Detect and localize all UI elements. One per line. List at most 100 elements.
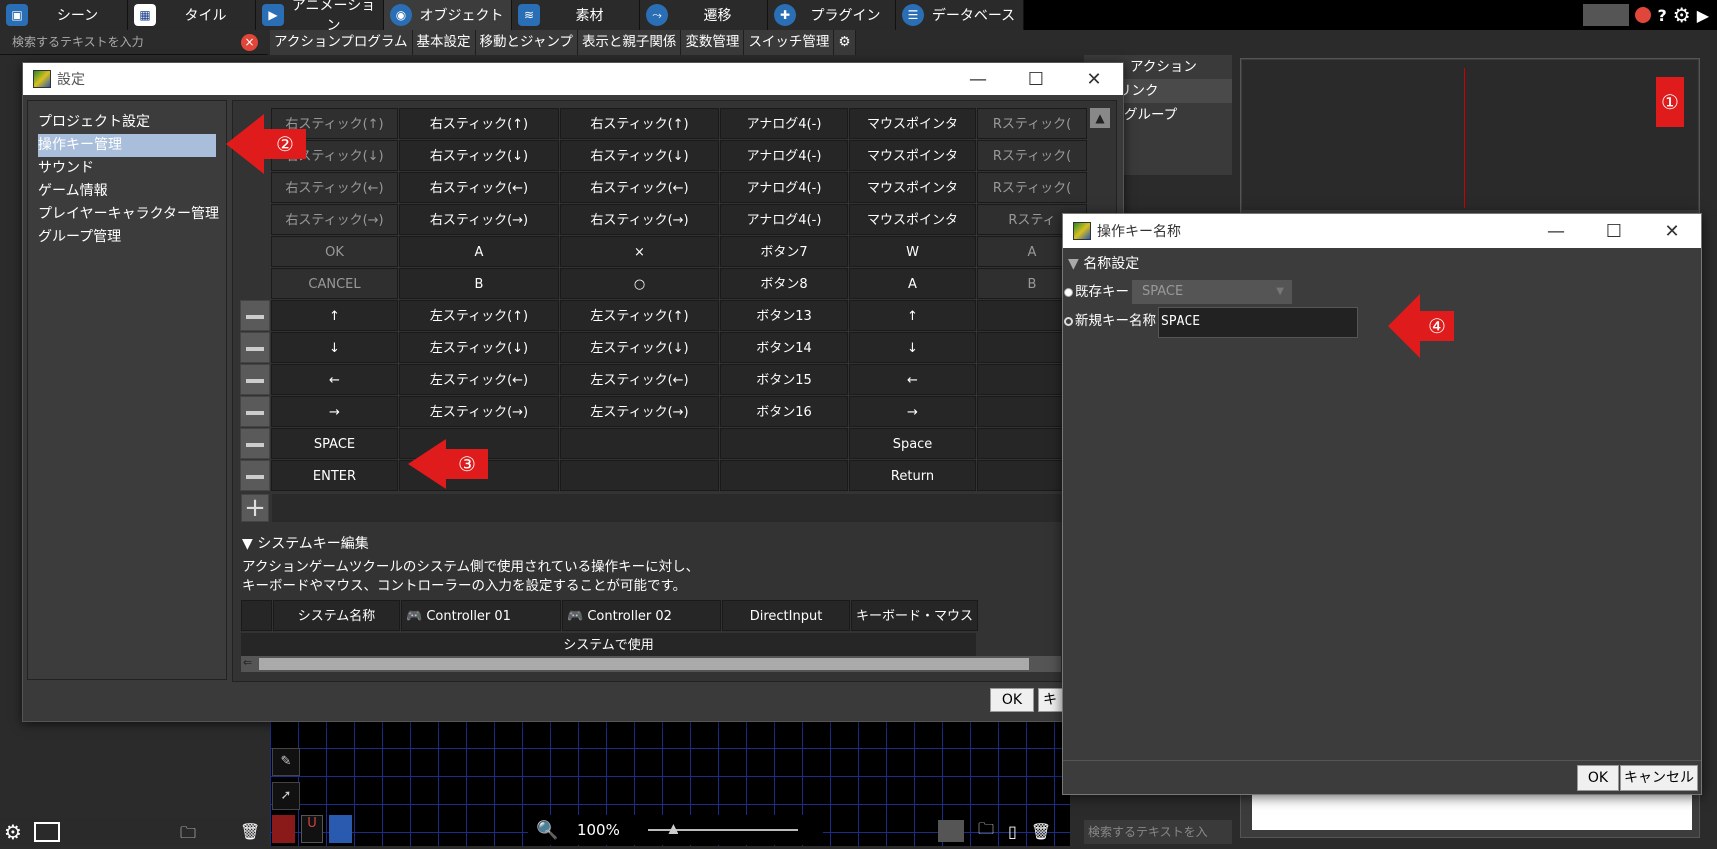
key-binding-cell[interactable]: ↑ bbox=[849, 300, 976, 331]
magnet-icon[interactable]: U bbox=[300, 815, 324, 843]
key-binding-cell[interactable]: A bbox=[849, 268, 976, 299]
key-binding-cell[interactable]: ボタン8 bbox=[720, 268, 848, 299]
trash-icon[interactable]: 🗑 bbox=[1031, 822, 1051, 841]
key-name-cell[interactable]: ↓ bbox=[271, 332, 398, 363]
key-binding-cell[interactable] bbox=[560, 428, 719, 459]
key-row[interactable]: OK A × ボタン7 W A bbox=[240, 236, 1088, 268]
add-key-button[interactable]: + bbox=[241, 494, 269, 522]
key-binding-cell[interactable]: 右スティック(↓) bbox=[399, 140, 559, 171]
key-binding-cell[interactable]: 左スティック(↓) bbox=[399, 332, 559, 363]
tab-plugin[interactable]: ✚ プラグイン bbox=[768, 0, 896, 30]
key-binding-cell[interactable]: 左スティック(←) bbox=[399, 364, 559, 395]
key-name-ok-button[interactable]: OK bbox=[1577, 765, 1619, 791]
key-name-cell[interactable]: OK bbox=[271, 236, 398, 267]
category-key-management[interactable]: 操作キー管理 bbox=[38, 134, 216, 157]
remove-key-button[interactable] bbox=[240, 332, 270, 363]
key-name-cell[interactable]: ← bbox=[271, 364, 398, 395]
key-binding-cell[interactable]: 左スティック(←) bbox=[560, 364, 719, 395]
zoom-icon[interactable]: 🔍 bbox=[536, 820, 558, 841]
key-binding-cell[interactable]: ○ bbox=[560, 268, 719, 299]
key-binding-cell[interactable]: W bbox=[849, 236, 976, 267]
scroll-up-icon[interactable]: ▲ bbox=[1090, 108, 1110, 128]
key-row[interactable]: 右スティック(↑) 右スティック(↑) 右スティック(↑) アナログ4(-) マウスポイ… bbox=[240, 108, 1088, 140]
key-binding-cell[interactable]: Rスティック( bbox=[977, 108, 1087, 139]
scroll-left-icon[interactable]: ⇐ bbox=[243, 656, 252, 669]
record-icon[interactable] bbox=[1635, 7, 1652, 23]
subtab-basic-settings[interactable]: 基本設定 bbox=[412, 30, 476, 55]
key-binding-cell[interactable]: マウスポインタ bbox=[849, 204, 976, 235]
key-row[interactable]: 右スティック(↓) 右スティック(↓) 右スティック(↓) アナログ4(-) マウスポイ… bbox=[240, 140, 1088, 172]
clear-search-icon[interactable]: × bbox=[241, 34, 258, 51]
pointer-tool-icon[interactable]: ➚ bbox=[272, 782, 300, 810]
run-icon[interactable]: ▶ bbox=[1697, 6, 1709, 25]
existing-key-select[interactable]: SPACE ▼ bbox=[1132, 280, 1292, 304]
help-icon[interactable]: ? bbox=[1657, 6, 1666, 25]
tab-material[interactable]: ≋ 素材 bbox=[512, 0, 640, 30]
key-binding-cell[interactable]: ボタン15 bbox=[720, 364, 848, 395]
maximize-icon[interactable]: ☐ bbox=[1007, 69, 1065, 90]
key-row[interactable]: ↓ 左スティック(↓) 左スティック(↓) ボタン14 ↓ bbox=[240, 332, 1088, 364]
key-binding-cell[interactable]: A bbox=[399, 236, 559, 267]
key-row[interactable]: ← 左スティック(←) 左スティック(←) ボタン15 ← bbox=[240, 364, 1088, 396]
key-row[interactable]: ↑ 左スティック(↑) 左スティック(↑) ボタン13 ↑ bbox=[240, 300, 1088, 332]
subtab-settings-gear-icon[interactable]: ⚙ bbox=[834, 30, 856, 55]
key-binding-cell[interactable]: 右スティック(←) bbox=[560, 172, 719, 203]
tab-scene[interactable]: ▣ シーン bbox=[0, 0, 128, 30]
key-binding-cell[interactable]: × bbox=[560, 236, 719, 267]
new-folder-icon[interactable]: 🗀 bbox=[180, 822, 196, 849]
tab-tile[interactable]: ▦ タイル bbox=[128, 0, 256, 30]
new-key-radio[interactable]: 新規キー名称 bbox=[1064, 309, 1156, 329]
pen-tool-icon[interactable]: ✎ bbox=[272, 748, 300, 776]
close-icon[interactable]: ✕ bbox=[1065, 69, 1123, 90]
system-key-header[interactable]: ▼ システムキー編集 bbox=[242, 533, 369, 553]
bottom-search-input[interactable]: 検索するテキストを入 bbox=[1084, 820, 1232, 844]
key-binding-cell[interactable]: マウスポインタ bbox=[849, 108, 976, 139]
key-binding-cell[interactable]: Rスティック( bbox=[977, 172, 1087, 203]
category-game-info[interactable]: ゲーム情報 bbox=[28, 180, 226, 203]
key-binding-cell[interactable]: 右スティック(→) bbox=[560, 204, 719, 235]
minimize-icon[interactable]: — bbox=[949, 69, 1007, 90]
key-binding-cell[interactable]: 右スティック(→) bbox=[399, 204, 559, 235]
remove-key-button[interactable] bbox=[240, 396, 270, 427]
key-binding-cell[interactable]: B bbox=[399, 268, 559, 299]
key-binding-cell[interactable]: マウスポインタ bbox=[849, 140, 976, 171]
existing-key-radio[interactable]: 既存キー bbox=[1064, 280, 1129, 300]
key-binding-cell[interactable]: Return bbox=[849, 460, 976, 491]
key-row[interactable]: CANCEL B ○ ボタン8 A B bbox=[240, 268, 1088, 300]
grid-toggle-icon[interactable] bbox=[329, 815, 352, 843]
new-folder-icon[interactable]: 🗀 bbox=[978, 818, 994, 845]
key-binding-cell[interactable] bbox=[560, 460, 719, 491]
subtab-action-program[interactable]: アクションプログラム bbox=[270, 30, 413, 55]
zoom-level[interactable]: 100% bbox=[568, 821, 628, 839]
subtab-move-jump[interactable]: 移動とジャンプ bbox=[475, 30, 578, 55]
settings-ok-button[interactable]: OK bbox=[990, 688, 1034, 712]
tab-transition[interactable]: ⤳ 遷移 bbox=[640, 0, 768, 30]
remove-key-button[interactable] bbox=[240, 364, 270, 395]
list-view-icon[interactable] bbox=[938, 820, 964, 842]
subtab-switches[interactable]: スイッチ管理 bbox=[744, 30, 835, 55]
key-binding-cell[interactable]: Space bbox=[849, 428, 976, 459]
tab-object[interactable]: ◉ オブジェクト bbox=[384, 0, 512, 30]
key-row[interactable]: 右スティック(→) 右スティック(→) 右スティック(→) アナログ4(-) マウスポイ… bbox=[240, 204, 1088, 236]
gear-icon[interactable]: ⚙ bbox=[1673, 3, 1691, 27]
key-binding-cell[interactable]: ボタン13 bbox=[720, 300, 848, 331]
new-file-icon[interactable]: ▯ bbox=[1008, 822, 1017, 841]
key-binding-cell[interactable]: アナログ4(-) bbox=[720, 140, 848, 171]
key-binding-cell[interactable]: 左スティック(→) bbox=[399, 396, 559, 427]
key-binding-cell[interactable]: 右スティック(↓) bbox=[560, 140, 719, 171]
tab-animation[interactable]: ▶ アニメーション bbox=[256, 0, 384, 34]
key-binding-cell[interactable]: 右スティック(←) bbox=[399, 172, 559, 203]
asset-search-input[interactable]: 検索するテキストを入力 bbox=[6, 33, 246, 52]
remove-key-button[interactable] bbox=[240, 428, 270, 459]
category-sound[interactable]: サウンド bbox=[28, 157, 226, 180]
key-binding-cell[interactable]: アナログ4(-) bbox=[720, 204, 848, 235]
key-binding-cell[interactable]: 右スティック(↑) bbox=[560, 108, 719, 139]
key-binding-cell[interactable]: 左スティック(↑) bbox=[560, 300, 719, 331]
scrollbar-thumb[interactable] bbox=[259, 658, 1029, 670]
maximize-icon[interactable]: ☐ bbox=[1585, 221, 1643, 242]
key-binding-cell[interactable]: アナログ4(-) bbox=[720, 108, 848, 139]
key-name-cell[interactable]: SPACE bbox=[271, 428, 398, 459]
subtab-display-parent[interactable]: 表示と親子関係 bbox=[577, 30, 682, 55]
film-icon[interactable] bbox=[34, 822, 60, 842]
key-binding-cell[interactable] bbox=[720, 428, 848, 459]
